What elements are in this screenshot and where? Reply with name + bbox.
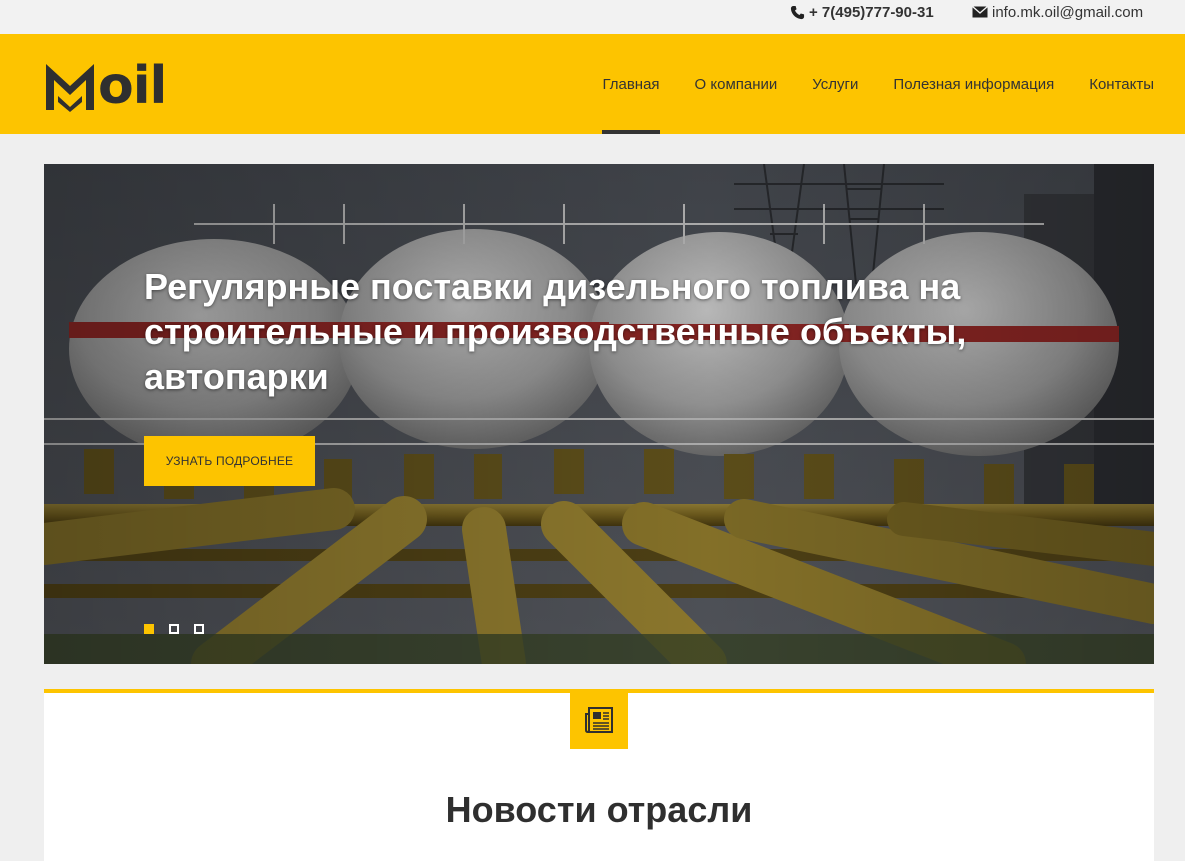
news-section-title: Новости отрасли <box>445 789 753 830</box>
nav-item-services[interactable]: Услуги <box>812 34 858 134</box>
slider-dot-3[interactable] <box>194 624 204 634</box>
nav-item-contacts[interactable]: Контакты <box>1089 34 1154 134</box>
nav-item-about[interactable]: О компании <box>695 34 778 134</box>
nav-item-useful-info[interactable]: Полезная информация <box>893 34 1054 134</box>
slider-dot-1[interactable] <box>144 624 154 634</box>
slider-pagination <box>144 624 219 634</box>
hero-slider: Регулярные поставки дизельного топлива н… <box>44 164 1154 664</box>
top-contact-bar: + 7(495)777-90-31 info.mk.oil@gmail.com <box>0 0 1185 34</box>
main-nav: Главная О компании Услуги Полезная инфор… <box>567 34 1154 134</box>
newspaper-icon <box>570 691 628 749</box>
site-header: oil Главная О компании Услуги Полезная и… <box>0 34 1185 134</box>
phone-number: + 7(495)777-90-31 <box>809 3 934 21</box>
news-section: Новости отрасли <box>44 689 1154 861</box>
hero-title: Регулярные поставки дизельного топлива н… <box>144 266 967 397</box>
learn-more-button[interactable]: Узнать подробнее <box>144 436 315 486</box>
envelope-icon <box>972 6 988 18</box>
site-logo[interactable]: oil <box>44 56 167 116</box>
hero-background-image <box>44 164 1154 664</box>
nav-item-home[interactable]: Главная <box>602 34 660 134</box>
slider-dot-2[interactable] <box>169 624 179 634</box>
logo-mark-icon <box>46 64 94 112</box>
phone-icon <box>790 5 805 20</box>
email-contact[interactable]: info.mk.oil@gmail.com <box>972 2 1143 22</box>
email-address: info.mk.oil@gmail.com <box>992 3 1144 21</box>
phone-contact[interactable]: + 7(495)777-90-31 <box>790 2 934 22</box>
logo-text: oil <box>98 56 167 116</box>
